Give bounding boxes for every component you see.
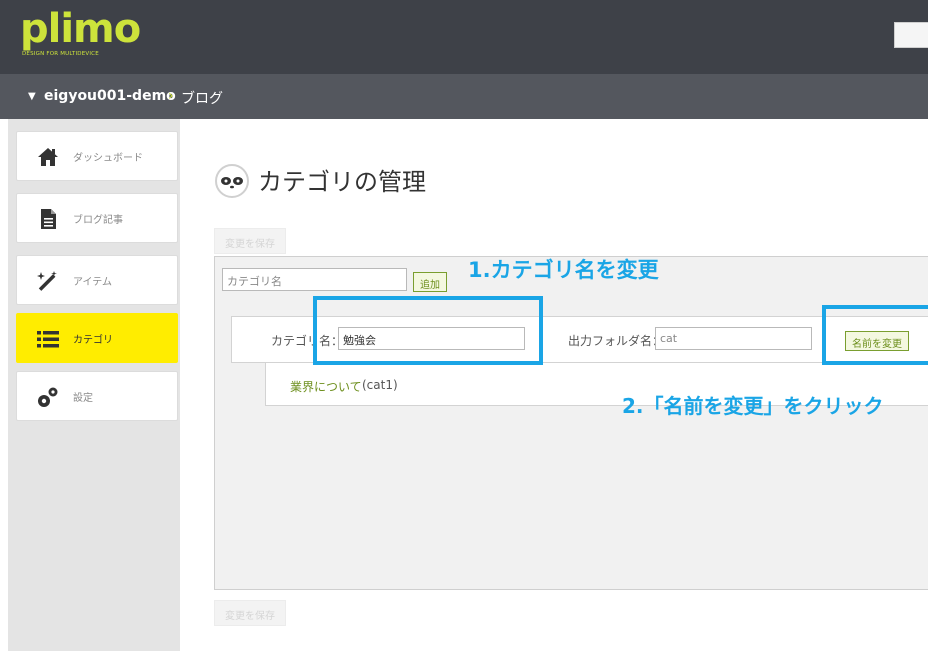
sidebar-item-label: ダッシュボード (73, 153, 143, 164)
home-icon (38, 148, 58, 166)
sidebar-item-label: カテゴリ (73, 335, 113, 346)
sub-category-code: (cat1) (362, 378, 398, 392)
output-folder-label: 出力フォルダ名： (568, 334, 665, 348)
top-header: plimo DESIGN FOR MULTIDEVICE (0, 0, 928, 74)
panda-icon (215, 164, 249, 198)
breadcrumb-separator: › (168, 88, 174, 104)
output-folder-input[interactable]: cat (655, 327, 812, 350)
breadcrumb-site[interactable]: eigyou001-demo (44, 88, 176, 104)
plimo-logo[interactable]: plimo DESIGN FOR MULTIDEVICE (20, 6, 150, 64)
annotation-step-1: 1.カテゴリ名を変更 (468, 258, 659, 282)
sidebar-item-category[interactable]: カテゴリ (16, 313, 178, 363)
document-icon (41, 209, 56, 229)
logo-text: plimo (20, 6, 141, 52)
save-changes-button[interactable]: 変更を保存 (214, 228, 286, 254)
highlight-rename-button (822, 305, 928, 365)
add-category-button[interactable]: 追加 (413, 272, 447, 292)
new-category-input[interactable]: カテゴリ名 (222, 268, 407, 291)
sidebar-item-label: ブログ記事 (73, 215, 123, 226)
chevron-down-icon[interactable]: ▼ (28, 91, 36, 102)
magic-wand-icon (37, 271, 57, 291)
highlight-category-name (313, 296, 543, 365)
sidebar-item-blog[interactable]: ブログ記事 (16, 193, 178, 243)
sidebar: ダッシュボード ブログ記事 アイテム カテゴリ 設定 (8, 119, 180, 651)
page-title: カテゴリの管理 (258, 168, 426, 196)
annotation-step-2: 2.「名前を変更」をクリック (622, 394, 884, 418)
sidebar-item-items[interactable]: アイテム (16, 255, 178, 305)
breadcrumb: ▼ eigyou001-demo › ブログ (0, 74, 928, 119)
sidebar-item-settings[interactable]: 設定 (16, 371, 178, 421)
logo-tagline: DESIGN FOR MULTIDEVICE (22, 51, 99, 57)
sub-category-link[interactable]: 業界について (290, 378, 362, 395)
header-button[interactable] (894, 22, 928, 48)
gears-icon (38, 387, 58, 407)
list-icon (37, 331, 59, 348)
sidebar-item-label: アイテム (73, 277, 112, 288)
sidebar-item-label: 設定 (73, 393, 93, 404)
sidebar-item-dashboard[interactable]: ダッシュボード (16, 131, 178, 181)
breadcrumb-current: ブログ (181, 91, 223, 107)
save-changes-button-bottom[interactable]: 変更を保存 (214, 600, 286, 626)
